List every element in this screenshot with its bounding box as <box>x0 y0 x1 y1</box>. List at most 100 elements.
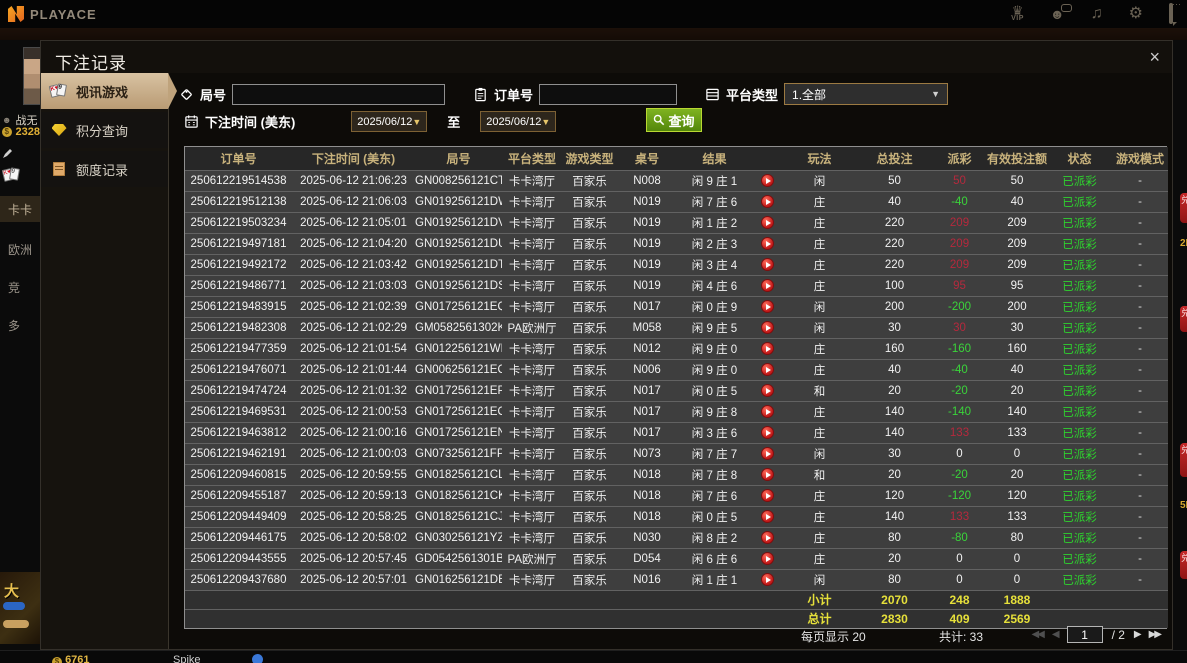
cell-status: 已派彩 <box>1062 448 1097 461</box>
subtotal-bet: 2070 <box>881 592 908 607</box>
background-nav-multi[interactable]: 多 <box>0 312 40 338</box>
first-page-button[interactable]: ◀◀ <box>1031 629 1044 640</box>
column-header: 订单号 <box>220 151 257 166</box>
replay-video-button[interactable] <box>760 447 774 460</box>
vip-crown-icon[interactable]: ♛ VIP <box>1011 4 1024 23</box>
cell-order: 250612219462191 <box>190 447 287 460</box>
cell-round: GN019256121DS <box>415 279 502 292</box>
table-row: 250612209455187 2025-06-12 20:59:13 GN0182… <box>185 485 1168 506</box>
replay-video-button[interactable] <box>760 363 774 376</box>
cell-mode: - <box>1138 216 1142 229</box>
next-page-button[interactable]: ▶ <box>1134 629 1142 640</box>
cell-valid: 133 <box>1007 426 1027 439</box>
tab-points-query[interactable]: 积分查询 <box>41 112 168 148</box>
cell-game: 百家乐 <box>572 196 607 209</box>
table-row: 250612219512138 2025-06-12 21:06:03 GN0192… <box>185 191 1168 212</box>
cell-replay <box>752 317 782 338</box>
replay-video-button[interactable] <box>760 510 774 523</box>
cell-table: N018 <box>633 489 661 502</box>
background-balance: $ 2328 <box>2 126 40 138</box>
background-nav-europe[interactable]: 欧洲 <box>0 236 40 262</box>
cell-replay <box>752 443 782 464</box>
cell-replay <box>752 233 782 254</box>
replay-video-button[interactable] <box>760 237 774 250</box>
cell-result: 闲 0 庄 5 <box>691 511 738 524</box>
close-icon[interactable]: × <box>1149 48 1160 66</box>
cell-payout: -120 <box>947 489 972 502</box>
cell-bet: 80 <box>888 573 901 586</box>
replay-video-button[interactable] <box>760 321 774 334</box>
cell-round: GN008256121CT <box>415 174 502 187</box>
prev-page-button[interactable]: ◀ <box>1052 629 1060 640</box>
background-nav-kaka[interactable]: 卡卡 <box>0 196 40 222</box>
cell-bet: 140 <box>884 510 905 523</box>
background-nav-sport[interactable]: 竞 <box>0 274 40 300</box>
cell-time: 2025-06-12 20:57:01 <box>300 573 407 586</box>
replay-video-button[interactable] <box>760 258 774 271</box>
page-number-input[interactable]: 1 <box>1066 626 1103 643</box>
replay-video-button[interactable] <box>760 216 774 229</box>
cell-payout: 209 <box>949 216 970 229</box>
platform-type-select[interactable]: 1.全部 ▼ <box>784 83 949 105</box>
cell-play: 庄 <box>813 427 826 440</box>
cell-platform: 卡卡湾厅 <box>509 175 555 188</box>
cell-play: 闲 <box>813 574 826 587</box>
column-header: 派彩 <box>947 151 972 166</box>
chevron-down-icon: ▼ <box>931 89 941 99</box>
cell-play: 庄 <box>813 490 826 503</box>
customer-service-icon[interactable]: ☻ <box>1050 4 1072 21</box>
cell-bet: 40 <box>888 363 901 376</box>
replay-video-button[interactable] <box>760 552 774 565</box>
replay-video-button[interactable] <box>760 279 774 292</box>
right-badge[interactable]: 兑 <box>1180 306 1187 332</box>
cell-time: 2025-06-12 21:01:32 <box>300 384 407 397</box>
table-row: 250612219503234 2025-06-12 21:05:01 GN0192… <box>185 212 1168 233</box>
promo-banner[interactable]: 大 <box>0 572 40 644</box>
replay-video-button[interactable] <box>760 489 774 502</box>
table-row: 250612209446175 2025-06-12 20:58:02 GN0302… <box>185 527 1168 548</box>
cell-play: 庄 <box>813 343 826 356</box>
replay-video-button[interactable] <box>760 342 774 355</box>
replay-video-button[interactable] <box>760 531 774 544</box>
cell-status: 已派彩 <box>1062 469 1097 482</box>
right-badge[interactable]: 兑 <box>1180 193 1187 223</box>
tab-credit-records[interactable]: 额度记录 <box>41 151 168 187</box>
replay-video-button[interactable] <box>760 468 774 481</box>
background-video-menu[interactable]: K♥ 9 <box>2 166 40 182</box>
replay-video-button[interactable] <box>760 405 774 418</box>
gear-icon[interactable]: ⚙ <box>1129 6 1143 22</box>
right-badge[interactable]: 兑 <box>1180 443 1187 477</box>
bottom-player-name: Spike <box>173 654 201 663</box>
round-number-input[interactable] <box>232 83 446 105</box>
cell-play: 闲 <box>813 175 826 188</box>
cell-time: 2025-06-12 20:59:55 <box>300 468 407 481</box>
replay-video-button[interactable] <box>760 300 774 313</box>
date-range-to-label: 至 <box>447 115 461 130</box>
order-number-input[interactable] <box>539 83 678 105</box>
search-button[interactable]: 查询 <box>646 108 702 132</box>
edit-icon[interactable] <box>2 148 40 159</box>
cell-platform: 卡卡湾厅 <box>509 238 555 251</box>
per-page-label: 每页显示 20 <box>801 630 866 644</box>
topbar-icons: ♛ VIP ☻ ♫ ⚙ <box>1011 3 1173 24</box>
replay-video-button[interactable] <box>760 195 774 208</box>
cell-play: 庄 <box>813 238 826 251</box>
last-page-button[interactable]: ▶▶ <box>1149 629 1162 640</box>
cell-status: 已派彩 <box>1062 217 1097 230</box>
tab-video-games[interactable]: K♥ 9 视讯游戏 <box>41 73 177 109</box>
replay-video-button[interactable] <box>760 426 774 439</box>
cell-result: 闲 1 庄 2 <box>691 217 738 230</box>
date-to-select[interactable]: 2025/06/12 ▼ <box>480 111 557 132</box>
pencil-icon <box>3 149 12 158</box>
table-header-row: 订单号 下注时间 (美东) 局号 平台类型 游戏类型 桌号 结果 玩法 总投注 派彩 有效投注额 状态… <box>185 147 1168 170</box>
replay-video-button[interactable] <box>760 384 774 397</box>
replay-video-button[interactable] <box>760 573 774 586</box>
cell-mode: - <box>1138 342 1142 355</box>
date-from-select[interactable]: 2025/06/12 ▼ <box>351 111 428 132</box>
cell-table: N019 <box>633 195 661 208</box>
music-icon[interactable]: ♫ <box>1091 6 1103 22</box>
right-badge[interactable]: 兑 <box>1180 551 1187 579</box>
filter-row-1: 局号 订单号 平台类型 1.全部 ▼ <box>179 83 949 105</box>
replay-video-button[interactable] <box>760 174 774 187</box>
vip-label: VIP <box>1011 15 1024 23</box>
